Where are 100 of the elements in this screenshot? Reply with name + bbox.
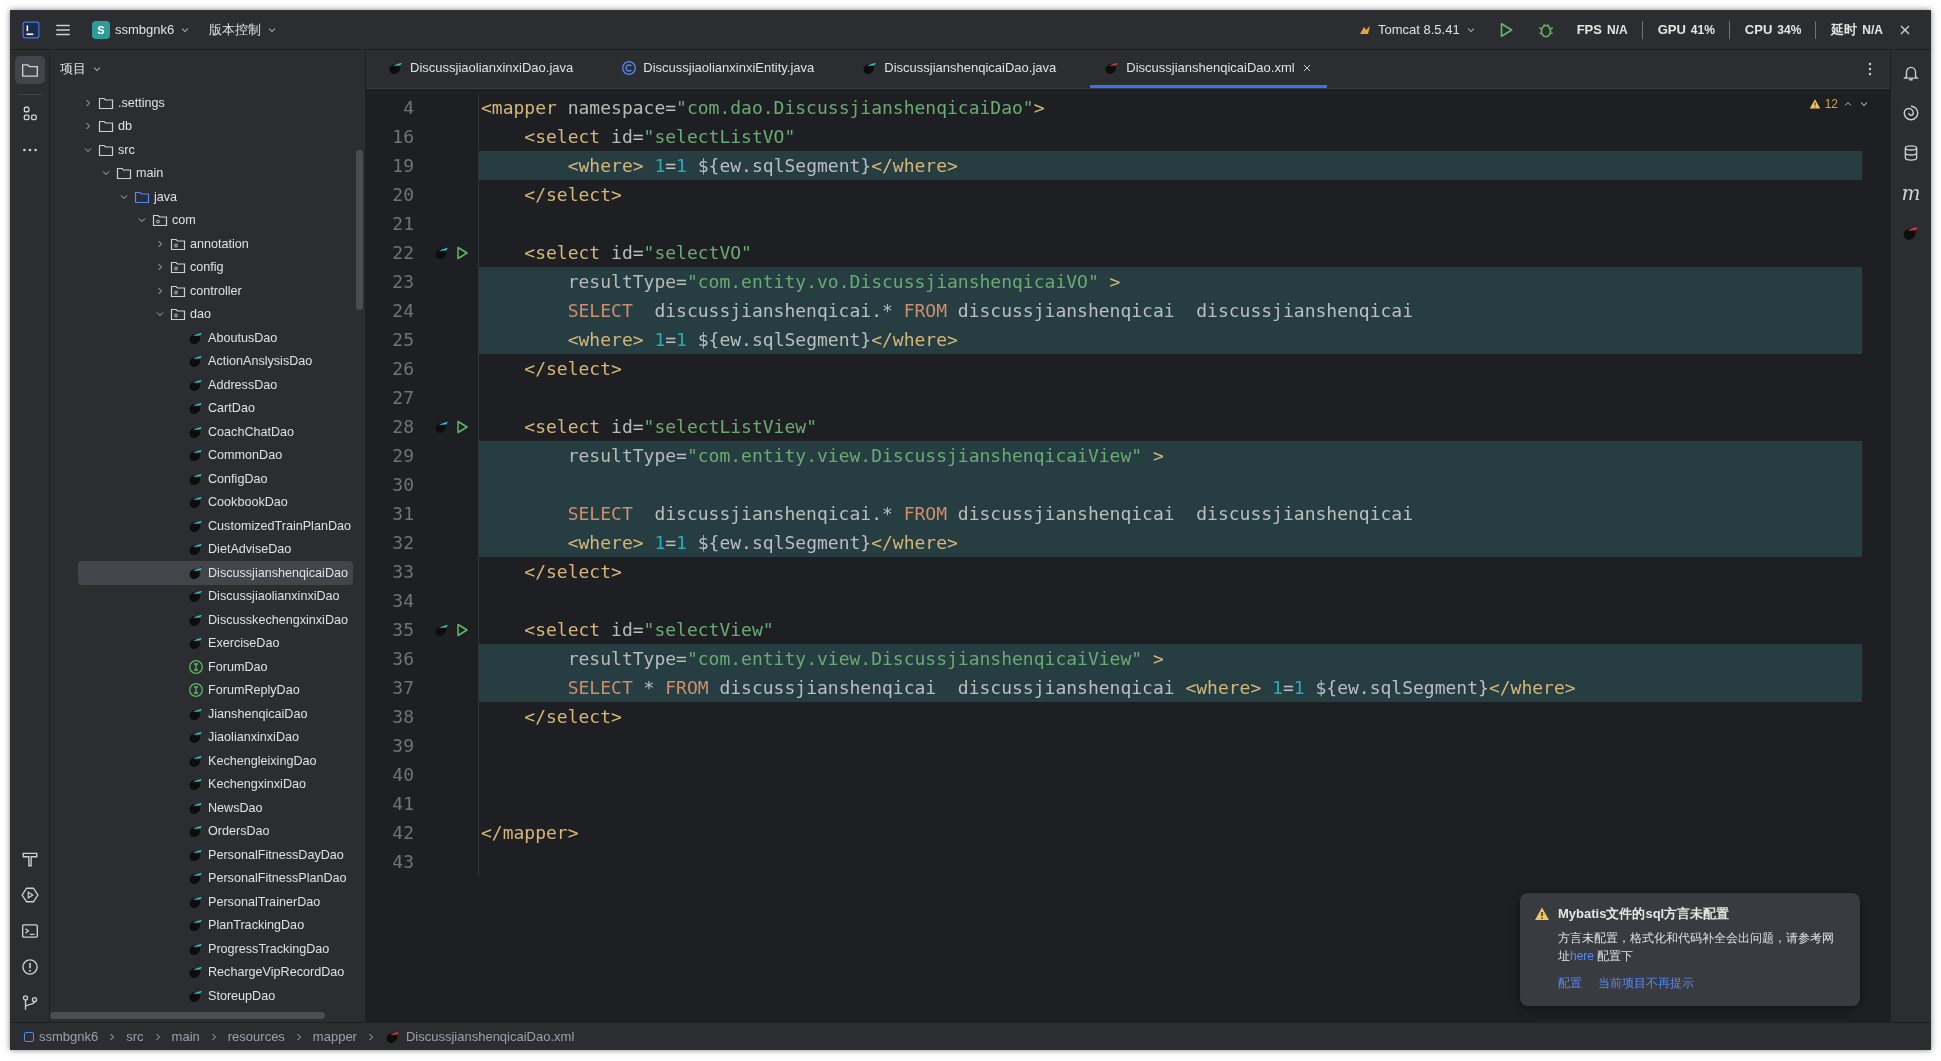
- git-branch-icon[interactable]: [20, 994, 39, 1012]
- tree-item[interactable]: PersonalFitnessPlanDao: [78, 866, 353, 890]
- database-icon[interactable]: [1902, 144, 1920, 162]
- tree-item[interactable]: DietAdviseDao: [78, 537, 353, 561]
- tree-item[interactable]: JianshenqicaiDao: [78, 702, 353, 726]
- tree-item[interactable]: AboutusDao: [78, 326, 353, 350]
- terminal-icon[interactable]: [20, 922, 39, 940]
- warning-icon: [1534, 906, 1550, 922]
- tree-item[interactable]: KechengxinxiDao: [78, 772, 353, 796]
- bird-icon[interactable]: [434, 244, 450, 261]
- tree-item[interactable]: AddressDao: [78, 373, 353, 397]
- metric-value: 34%: [1777, 22, 1802, 37]
- breadcrumb-item[interactable]: mapper: [312, 1029, 357, 1044]
- tree-item[interactable]: NewsDao: [78, 796, 353, 820]
- run-icon[interactable]: [20, 886, 39, 904]
- run-config-selector[interactable]: Tomcat 8.5.41: [1351, 17, 1483, 42]
- spiral-icon[interactable]: [1902, 104, 1920, 122]
- tree-item[interactable]: PersonalTrainerDao: [78, 890, 353, 914]
- tree-item[interactable]: db: [78, 114, 353, 138]
- warning-count[interactable]: 12: [1824, 97, 1838, 111]
- scrollbar-thumb[interactable]: [356, 150, 363, 310]
- project-name: ssmbgnk6: [115, 22, 175, 37]
- bird-icon: [188, 541, 204, 558]
- tree-item[interactable]: CookbookDao: [78, 490, 353, 514]
- tree-item[interactable]: ProgressTrackingDao: [78, 937, 353, 961]
- tree-item[interactable]: ExerciseDao: [78, 631, 353, 655]
- tree-item[interactable]: controller: [78, 279, 353, 303]
- project-tool-button[interactable]: [14, 56, 45, 84]
- bird-icon[interactable]: [1902, 224, 1920, 242]
- breadcrumb-item[interactable]: src: [126, 1029, 144, 1044]
- bird-icon: [188, 893, 204, 910]
- tree-item[interactable]: annotation: [78, 232, 353, 256]
- bird-icon: [188, 423, 204, 440]
- tree-item[interactable]: src: [78, 138, 353, 162]
- tree-item[interactable]: PlanTrackingDao: [78, 913, 353, 937]
- tree-item[interactable]: ConfigDao: [78, 467, 353, 491]
- tree-item[interactable]: ForumReplyDao: [78, 678, 353, 702]
- hammer-icon[interactable]: [20, 850, 39, 868]
- breadcrumb-item[interactable]: ssmbgnk6: [24, 1029, 99, 1044]
- metric-value: 41%: [1690, 22, 1715, 37]
- bird-icon: [188, 611, 204, 628]
- code-line: <select id="selectListVO": [523, 125, 796, 149]
- bird-icon[interactable]: [434, 418, 450, 435]
- bird-icon: [188, 752, 204, 769]
- breadcrumb-item[interactable]: resources: [227, 1029, 285, 1044]
- tree-item[interactable]: CartDao: [78, 396, 353, 420]
- tree-item[interactable]: java: [78, 185, 353, 209]
- tree-item[interactable]: DiscussjiaolianxinxiDao: [78, 584, 353, 608]
- tree-item[interactable]: CommonDao: [78, 443, 353, 467]
- breadcrumb-item[interactable]: DiscussjianshenqicaiDao.xml: [384, 1028, 575, 1045]
- scrollbar-thumb[interactable]: [50, 1012, 325, 1019]
- editor-tab[interactable]: DiscussjiaolianxinxiEntity.java: [607, 50, 829, 88]
- tree-item[interactable]: CustomizedTrainPlanDao: [78, 514, 353, 538]
- bird-icon: [188, 846, 204, 863]
- tree-item[interactable]: KechengleixingDao: [78, 749, 353, 773]
- metric-label: FPS: [1576, 22, 1602, 37]
- folder-icon: [98, 118, 114, 135]
- folder-icon: [20, 61, 39, 79]
- tree-item[interactable]: .settings: [78, 91, 353, 115]
- bell-icon[interactable]: [1902, 64, 1920, 82]
- breadcrumb-item[interactable]: main: [171, 1029, 200, 1044]
- editor-tab[interactable]: DiscussjiaolianxinxiDao.java: [374, 50, 588, 88]
- class-icon: [621, 59, 638, 76]
- tree-item[interactable]: config: [78, 255, 353, 279]
- run-icon[interactable]: [454, 621, 470, 638]
- bird-icon: [188, 940, 204, 957]
- code-line: </select>: [523, 183, 622, 207]
- tree-item[interactable]: PersonalFitnessDayDao: [78, 843, 353, 867]
- bird-icon: [188, 729, 204, 746]
- action-link[interactable]: 配置: [1558, 975, 1582, 992]
- vcs-menu[interactable]: 版本控制: [203, 16, 285, 43]
- editor-tab[interactable]: DiscussjianshenqicaiDao.java: [848, 50, 1071, 88]
- tree-item[interactable]: JiaolianxinxiDao: [78, 725, 353, 749]
- maven-button[interactable]: m: [1901, 184, 1921, 202]
- run-icon[interactable]: [454, 418, 470, 435]
- tree-item[interactable]: com: [78, 208, 353, 232]
- tree-item[interactable]: ForumDao: [78, 655, 353, 679]
- problems-icon[interactable]: [20, 958, 39, 976]
- tree-item[interactable]: CoachChatDao: [78, 420, 353, 444]
- tree-item[interactable]: dao: [78, 302, 353, 326]
- bird-icon: [188, 564, 204, 581]
- action-link[interactable]: 当前项目不再提示: [1598, 975, 1694, 992]
- tree-item[interactable]: RechargeVipRecordDao: [78, 960, 353, 984]
- tree-item[interactable]: DiscusskechengxinxiDao: [78, 608, 353, 632]
- line-number: 36: [391, 647, 414, 671]
- line-number: 40: [391, 763, 414, 787]
- tree-item[interactable]: main: [78, 161, 353, 185]
- notification-text: 方言未配置，格式化和代码补全会出问题，请参考网址here 配置下: [1558, 930, 1835, 965]
- project-selector[interactable]: S ssmbgnk6: [86, 16, 198, 43]
- tree-item[interactable]: OrdersDao: [78, 819, 353, 843]
- bird-icon[interactable]: [434, 621, 450, 638]
- tree-item[interactable]: StoreupDao: [78, 984, 353, 1008]
- code-line: </select>: [523, 560, 622, 584]
- tree-item[interactable]: DiscussjianshenqicaiDao: [78, 561, 353, 585]
- run-icon[interactable]: [454, 244, 470, 261]
- code-line: </select>: [523, 705, 622, 729]
- line-number: 32: [391, 531, 414, 555]
- project-view-selector[interactable]: 项目: [54, 56, 109, 82]
- vcs-label: 版本控制: [209, 20, 262, 39]
- tree-item[interactable]: ActionAnslysisDao: [78, 349, 353, 373]
